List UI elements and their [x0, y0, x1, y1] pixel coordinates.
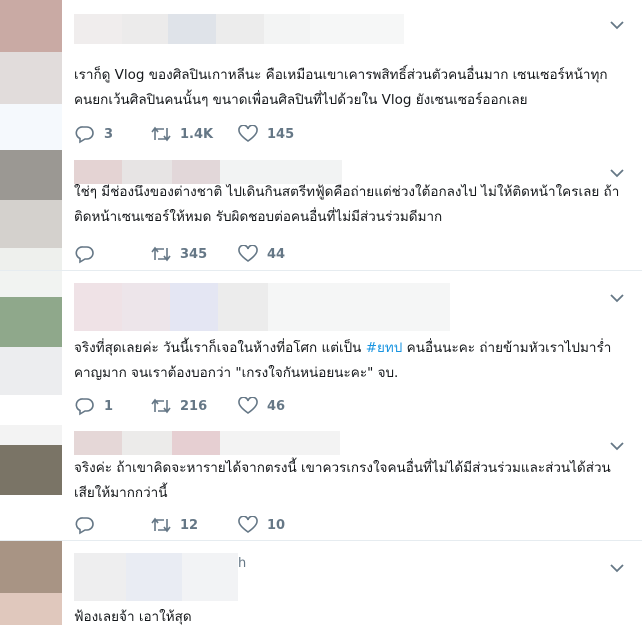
tweet-menu-chevron-icon[interactable]	[608, 289, 626, 307]
avatar[interactable]	[0, 271, 62, 425]
author-name-blurred[interactable]	[74, 431, 340, 455]
retweet-button[interactable]: 1.4K	[150, 123, 237, 145]
tweet-text: จริงที่สุดเลยค่ะ วันนี้เราก็เจอในห้างที่…	[74, 336, 622, 386]
like-button[interactable]: 145	[237, 123, 317, 145]
tweet[interactable]: จริงค่ะ ถ้าเขาคิดจะหารายได้จากตรงนี้ เขา…	[0, 425, 642, 540]
retweet-icon	[150, 243, 172, 265]
retweet-icon	[150, 395, 172, 417]
retweet-button[interactable]: 345	[150, 243, 237, 265]
retweet-icon	[150, 514, 172, 536]
like-button[interactable]: 44	[237, 243, 317, 265]
heart-icon	[237, 514, 259, 536]
like-count: 46	[267, 398, 286, 414]
tweet-menu-chevron-icon[interactable]	[608, 559, 626, 577]
author-name-blurred[interactable]	[74, 14, 404, 44]
heart-icon	[237, 395, 259, 417]
reply-button[interactable]: 3	[74, 123, 150, 145]
tweet-text: ใช่ๆ มีช่องนึงของต่างชาติ ไปเดินกินสตรีท…	[74, 184, 620, 225]
reply-icon	[74, 514, 96, 536]
reply-icon	[74, 243, 96, 265]
retweet-icon	[150, 123, 172, 145]
author-name-blurred[interactable]	[74, 553, 238, 601]
avatar[interactable]	[0, 0, 62, 150]
like-button[interactable]: 46	[237, 395, 317, 417]
tweet[interactable]: ใช่ๆ มีช่องนึงของต่างชาติ ไปเดินกินสตรีท…	[0, 150, 642, 270]
tweet-actions: 3 1.4K 145	[74, 122, 317, 146]
reply-count: 3	[104, 126, 114, 142]
reply-icon	[74, 123, 96, 145]
retweet-count: 216	[180, 398, 208, 414]
tweet-text: จริงค่ะ ถ้าเขาคิดจะหารายได้จากตรงนี้ เขา…	[74, 460, 611, 501]
reply-button[interactable]	[74, 514, 150, 536]
retweet-count: 345	[180, 246, 208, 262]
tweet[interactable]: จริงที่สุดเลยค่ะ วันนี้เราก็เจอในห้างที่…	[0, 271, 642, 425]
reply-count: 1	[104, 398, 114, 414]
retweet-count: 1.4K	[180, 126, 214, 142]
retweet-button[interactable]: 12	[150, 514, 237, 536]
tweet-menu-chevron-icon[interactable]	[608, 437, 626, 455]
reply-button[interactable]	[74, 243, 150, 265]
hashtag-link[interactable]: #ยทป	[366, 340, 403, 356]
tweet-menu-chevron-icon[interactable]	[608, 16, 626, 34]
tweet-actions: 1 216 46	[74, 394, 317, 418]
tweet-actions: 345 44	[74, 242, 317, 266]
tweet-text-part: จริงที่สุดเลยค่ะ วันนี้เราก็เจอในห้างที่…	[74, 340, 366, 356]
reply-button[interactable]: 1	[74, 395, 150, 417]
like-button[interactable]: 10	[237, 514, 317, 536]
like-count: 145	[267, 126, 295, 142]
heart-icon	[237, 123, 259, 145]
tweet[interactable]: เราก็ดู Vlog ของศิลปินเกาหลีนะ คือเหมือน…	[0, 0, 642, 150]
avatar[interactable]	[0, 150, 62, 270]
heart-icon	[237, 243, 259, 265]
like-count: 10	[267, 517, 286, 533]
like-count: 44	[267, 246, 286, 262]
avatar[interactable]	[0, 425, 62, 540]
tweet-text: ฟ้องเลยจ้า เอาให้สุด	[74, 609, 192, 625]
author-name-blurred[interactable]	[74, 283, 450, 331]
tweet-actions: 12 10	[74, 513, 317, 537]
retweet-count: 12	[180, 517, 199, 533]
reply-icon	[74, 395, 96, 417]
retweet-button[interactable]: 216	[150, 395, 237, 417]
tweet[interactable]: h ฟ้องเลยจ้า เอาให้สุด	[0, 541, 642, 625]
avatar[interactable]	[0, 541, 62, 625]
tweet-text: เราก็ดู Vlog ของศิลปินเกาหลีนะ คือเหมือน…	[74, 67, 608, 108]
author-handle-fragment: h	[238, 556, 247, 571]
